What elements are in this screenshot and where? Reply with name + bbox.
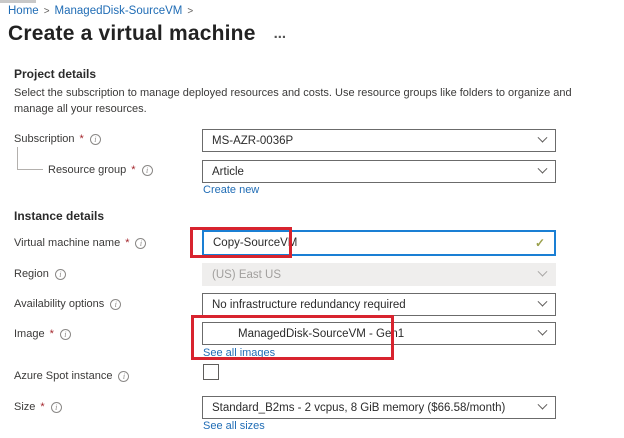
required-asterisk: * [40, 401, 45, 413]
availability-options-dropdown[interactable]: No infrastructure redundancy required [202, 293, 556, 316]
resource-group-connector [17, 147, 43, 170]
info-icon[interactable]: i [141, 164, 153, 176]
instance-details-heading: Instance details [14, 209, 105, 223]
info-icon[interactable]: i [89, 133, 101, 145]
info-icon[interactable]: i [50, 401, 62, 413]
chevron-down-icon [537, 163, 548, 174]
chevron-down-icon [537, 325, 548, 336]
project-details-heading: Project details [14, 67, 97, 81]
project-details-description: Select the subscription to manage deploy… [14, 87, 572, 115]
availability-options-label: Availability options i [14, 298, 122, 310]
breadcrumb-parent-link[interactable]: ManagedDisk-SourceVM [55, 5, 183, 17]
azure-spot-label-text: Azure Spot instance [14, 370, 113, 382]
image-dropdown[interactable]: ManagedDisk-SourceVM - Gen1 [202, 322, 556, 345]
required-asterisk: * [79, 133, 84, 145]
availability-options-value: No infrastructure redundancy required [212, 298, 406, 311]
size-label-text: Size [14, 401, 36, 413]
subscription-label-text: Subscription [14, 133, 75, 145]
subscription-value: MS-AZR-0036P [212, 134, 294, 147]
region-dropdown: (US) East US [202, 263, 556, 286]
screen-edge-artifact [0, 0, 36, 3]
valid-check-icon: ✓ [534, 236, 545, 250]
breadcrumb-separator: > [187, 5, 194, 17]
info-icon[interactable]: i [118, 370, 130, 382]
image-label-text: Image [14, 328, 45, 340]
breadcrumb: Home > ManagedDisk-SourceVM > [8, 5, 193, 17]
azure-spot-checkbox[interactable] [203, 364, 219, 380]
vm-name-label: Virtual machine name * i [14, 237, 147, 249]
create-vm-page: Home > ManagedDisk-SourceVM > Create a v… [0, 0, 624, 438]
vm-name-value: Copy-SourceVM [213, 237, 298, 249]
region-label-text: Region [14, 268, 49, 280]
region-value: (US) East US [212, 268, 282, 281]
required-asterisk: * [125, 237, 130, 249]
size-value: Standard_B2ms - 2 vcpus, 8 GiB memory ($… [212, 401, 506, 414]
chevron-down-icon [537, 399, 548, 410]
resource-group-label-text: Resource group [48, 164, 127, 176]
chevron-down-icon [537, 266, 548, 277]
see-all-images-link[interactable]: See all images [203, 347, 275, 359]
chevron-down-icon [537, 132, 548, 143]
breadcrumb-separator: > [43, 5, 50, 17]
info-icon[interactable]: i [54, 268, 66, 280]
more-options-icon[interactable]: ... [274, 26, 287, 41]
availability-options-label-text: Availability options [14, 298, 105, 310]
azure-spot-label: Azure Spot instance i [14, 370, 130, 382]
region-label: Region i [14, 268, 66, 280]
breadcrumb-home-link[interactable]: Home [8, 5, 39, 17]
image-value: ManagedDisk-SourceVM - Gen1 [238, 327, 405, 340]
resource-group-dropdown[interactable]: Article [202, 160, 556, 183]
required-asterisk: * [49, 328, 54, 340]
info-icon[interactable]: i [135, 237, 147, 249]
page-title: Create a virtual machine [8, 22, 256, 45]
size-label: Size * i [14, 401, 62, 413]
chevron-down-icon [537, 296, 548, 307]
info-icon[interactable]: i [110, 298, 122, 310]
resource-group-value: Article [212, 165, 244, 178]
resource-group-label: Resource group * i [48, 164, 153, 176]
title-row: Create a virtual machine ... [8, 22, 286, 46]
info-icon[interactable]: i [59, 328, 71, 340]
image-label: Image * i [14, 328, 71, 340]
vm-name-label-text: Virtual machine name [14, 237, 121, 249]
subscription-label: Subscription * i [14, 133, 101, 145]
size-dropdown[interactable]: Standard_B2ms - 2 vcpus, 8 GiB memory ($… [202, 396, 556, 419]
see-all-sizes-link[interactable]: See all sizes [203, 420, 265, 432]
vm-name-input[interactable]: Copy-SourceVM ✓ [202, 230, 556, 256]
required-asterisk: * [131, 164, 136, 176]
create-new-link[interactable]: Create new [203, 184, 259, 196]
subscription-dropdown[interactable]: MS-AZR-0036P [202, 129, 556, 152]
